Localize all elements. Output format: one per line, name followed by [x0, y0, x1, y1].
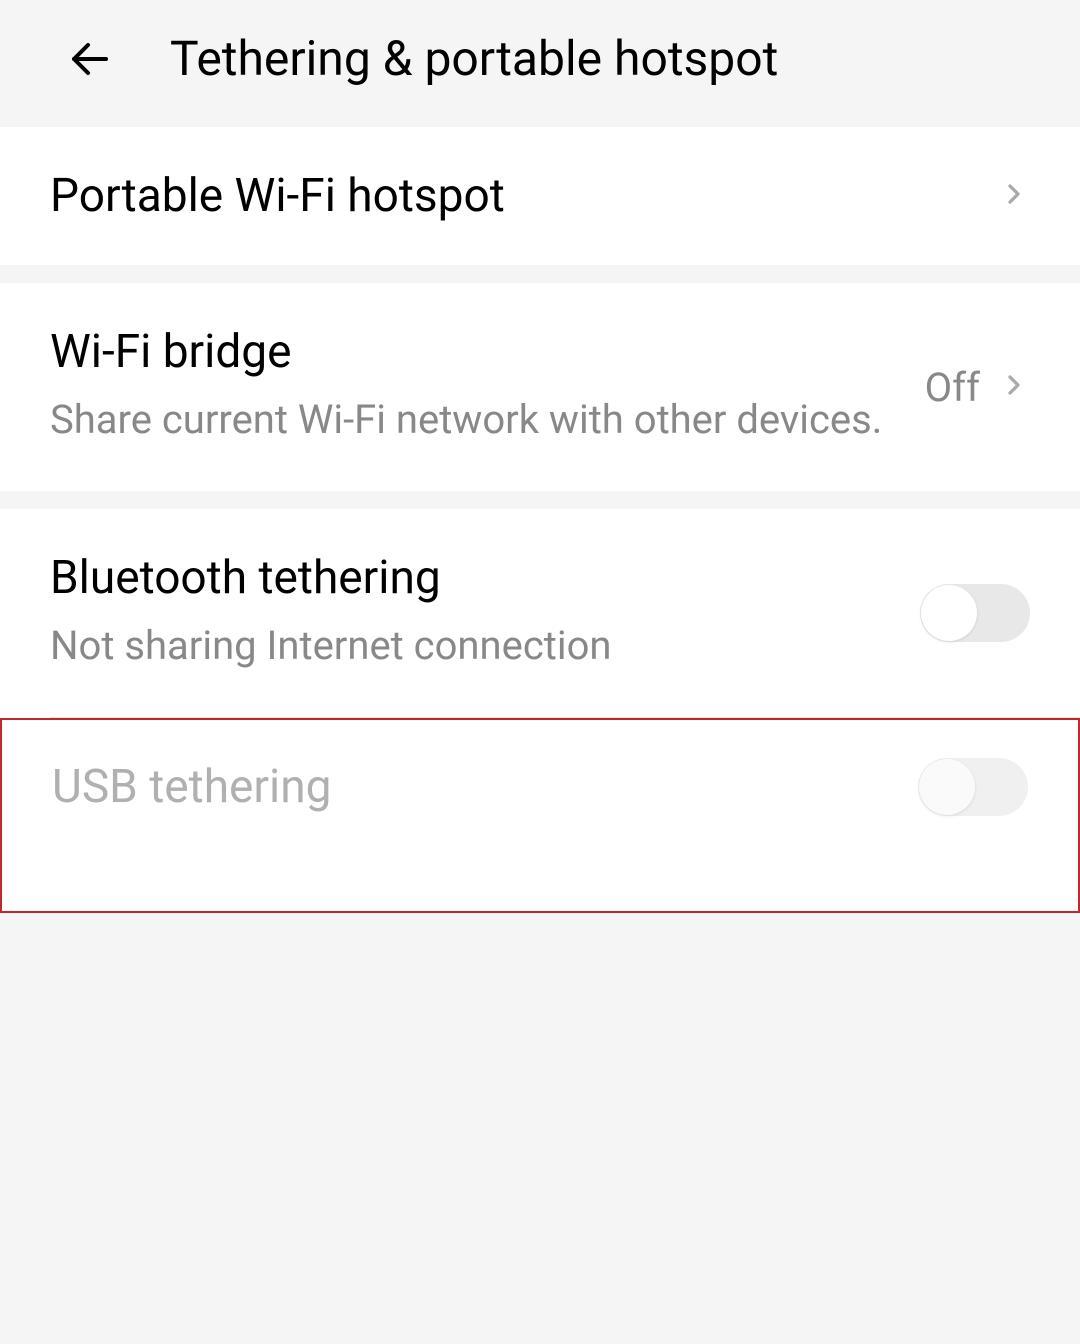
chevron-right-icon	[998, 178, 1030, 214]
bluetooth-tethering-label: Bluetooth tethering	[50, 551, 920, 605]
back-icon[interactable]	[65, 34, 115, 84]
usb-tethering-toggle	[918, 758, 1028, 816]
usb-tethering-item[interactable]: USB tethering	[0, 718, 1080, 913]
wifi-bridge-value: Off	[925, 364, 980, 411]
bluetooth-tethering-toggle[interactable]	[920, 584, 1030, 642]
wifi-bridge-label: Wi-Fi bridge	[50, 325, 925, 379]
toggle-knob	[921, 585, 977, 641]
bluetooth-tethering-subtitle: Not sharing Internet connection	[50, 617, 920, 675]
wifi-bridge-subtitle: Share current Wi-Fi network with other d…	[50, 391, 925, 449]
chevron-right-icon	[998, 369, 1030, 405]
portable-wifi-hotspot-item[interactable]: Portable Wi-Fi hotspot	[0, 127, 1080, 265]
section-wifi-bridge: Wi-Fi bridge Share current Wi-Fi network…	[0, 283, 1080, 491]
section-portable-hotspot: Portable Wi-Fi hotspot	[0, 127, 1080, 265]
bluetooth-tethering-item[interactable]: Bluetooth tethering Not sharing Internet…	[0, 509, 1080, 717]
wifi-bridge-item[interactable]: Wi-Fi bridge Share current Wi-Fi network…	[0, 283, 1080, 491]
portable-wifi-hotspot-label: Portable Wi-Fi hotspot	[50, 169, 998, 223]
usb-tethering-label: USB tethering	[52, 760, 918, 814]
toggle-knob	[919, 759, 975, 815]
header: Tethering & portable hotspot	[0, 0, 1080, 127]
page-title: Tethering & portable hotspot	[170, 30, 778, 87]
section-tethering: Bluetooth tethering Not sharing Internet…	[0, 509, 1080, 913]
